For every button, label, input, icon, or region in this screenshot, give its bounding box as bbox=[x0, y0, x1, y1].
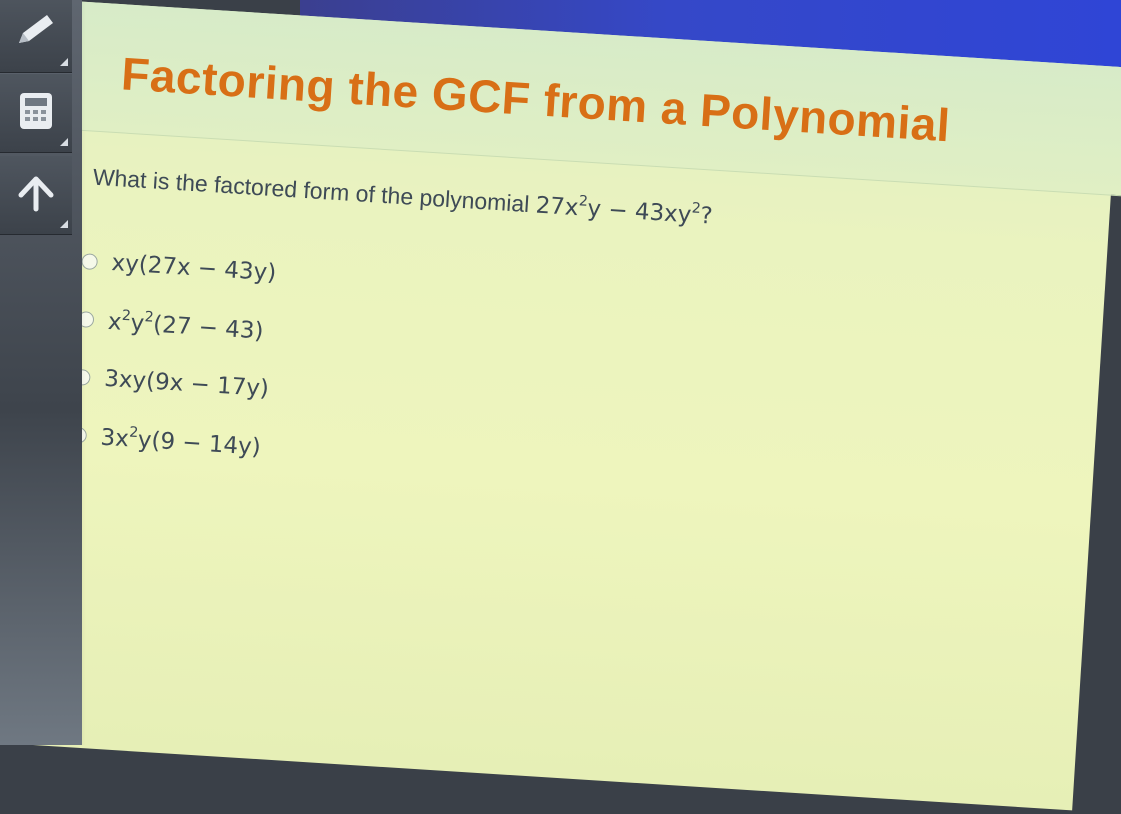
tool-menu-caret bbox=[60, 58, 68, 66]
answer-option-4[interactable]: 3x2y(9 − 14y) bbox=[69, 406, 267, 476]
lesson-panel: Factoring the GCF from a Polynomial What… bbox=[9, 0, 1121, 811]
up-arrow-tool-button[interactable] bbox=[0, 156, 72, 235]
pencil-icon bbox=[13, 11, 59, 56]
side-toolbar bbox=[0, 0, 82, 745]
question-prompt: What is the factored form of the polynom… bbox=[92, 163, 531, 218]
pencil-tool-button[interactable] bbox=[0, 0, 72, 73]
tool-menu-caret bbox=[60, 220, 68, 228]
question-polynomial: 27x2y − 43xy2? bbox=[534, 192, 714, 230]
calculator-icon bbox=[16, 89, 56, 138]
answer-option-label: xy(27x − 43y) bbox=[110, 250, 277, 287]
tool-menu-caret bbox=[60, 138, 68, 146]
up-arrow-icon bbox=[13, 171, 59, 220]
answer-option-label: x2y2(27 − 43) bbox=[107, 307, 265, 345]
answer-option-label: 3x2y(9 − 14y) bbox=[99, 424, 262, 461]
question-text: What is the factored form of the polynom… bbox=[92, 163, 713, 230]
calculator-tool-button[interactable] bbox=[0, 74, 72, 153]
answer-options: xy(27x − 43y) x2y2(27 − 43) 3xy(9x − 17y… bbox=[69, 232, 278, 476]
answer-option-label: 3xy(9x − 17y) bbox=[103, 365, 270, 403]
